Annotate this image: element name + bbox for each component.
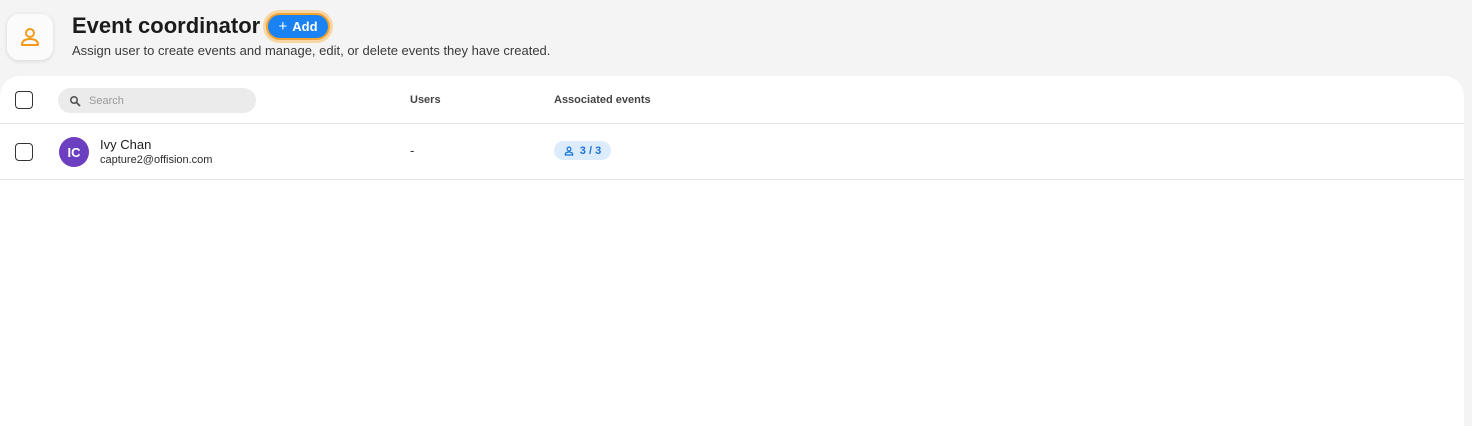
search-icon xyxy=(69,95,81,107)
column-header-users: Users xyxy=(410,94,441,106)
add-button-label: Add xyxy=(292,19,318,34)
associated-events-count: 3 / 3 xyxy=(579,144,602,157)
person-icon xyxy=(564,146,574,156)
table-header: Users Associated events xyxy=(0,76,1464,124)
add-button[interactable]: + Add xyxy=(266,13,330,40)
table-row[interactable]: IC Ivy Chan capture2@offision.com - 3 / … xyxy=(0,124,1464,180)
user-name: Ivy Chan xyxy=(100,137,152,152)
avatar: IC xyxy=(59,137,89,167)
users-table-panel: Users Associated events IC Ivy Chan capt… xyxy=(0,76,1464,426)
search-input[interactable] xyxy=(87,93,256,108)
associated-events-badge[interactable]: 3 / 3 xyxy=(554,141,611,160)
user-email: capture2@offision.com xyxy=(100,154,213,166)
column-header-associated-events: Associated events xyxy=(554,94,651,106)
page-header: Event coordinator + Add Assign user to c… xyxy=(0,0,1472,76)
person-icon xyxy=(7,14,53,60)
select-all-checkbox[interactable] xyxy=(15,91,33,109)
page-title: Event coordinator xyxy=(72,13,261,38)
plus-icon: + xyxy=(278,18,288,35)
users-value: - xyxy=(410,143,415,158)
search-box[interactable] xyxy=(58,88,256,113)
page-subtitle: Assign user to create events and manage,… xyxy=(72,43,551,58)
row-checkbox[interactable] xyxy=(15,143,33,161)
